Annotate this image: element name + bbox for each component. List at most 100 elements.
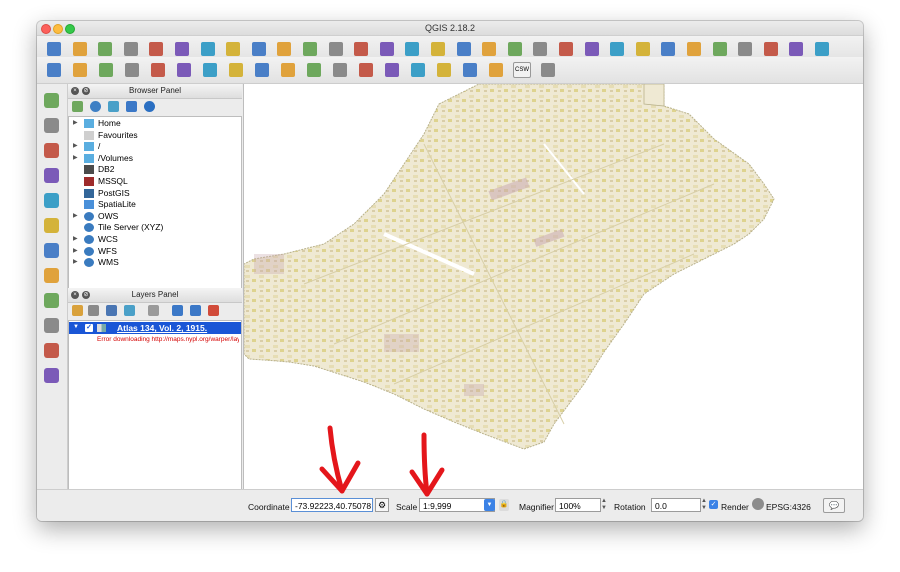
pan-icon[interactable] (199, 40, 217, 58)
browser-item-favourites[interactable]: Favourites (69, 130, 241, 141)
save-project-icon[interactable] (96, 40, 114, 58)
node-tool-icon[interactable] (175, 61, 193, 79)
layer-name[interactable]: Atlas 134, Vol. 2, 1915. (117, 322, 207, 334)
add-delimited-text-icon[interactable] (41, 140, 61, 160)
python-icon[interactable] (539, 61, 557, 79)
zoom-out-icon[interactable] (275, 40, 293, 58)
browser-item-tile-server-xyz[interactable]: Tile Server (XYZ) (69, 222, 241, 233)
coordinate-field[interactable]: -73.92223,40.75078 (291, 498, 373, 512)
crs-globe-icon[interactable] (752, 498, 764, 510)
expand-arrow-icon[interactable]: ▶ (73, 153, 78, 164)
browser-item-ows[interactable]: ▶ OWS (69, 211, 241, 222)
field-calculator-icon[interactable] (659, 40, 677, 58)
pan-to-selection-icon[interactable] (224, 40, 242, 58)
panel-close-icon[interactable]: × (71, 291, 79, 299)
browser-item-[interactable]: ▶ / (69, 141, 241, 152)
lock-icon[interactable]: 🔒 (499, 499, 509, 511)
label-pin-icon[interactable] (357, 61, 375, 79)
add-wfs-icon[interactable] (41, 265, 61, 285)
chevron-down-icon[interactable]: ▼ (484, 499, 495, 511)
label-show-hide-icon[interactable] (409, 61, 427, 79)
expand-arrow-icon[interactable]: ▶ (73, 141, 78, 152)
expand-arrow-icon[interactable]: ▶ (73, 234, 78, 245)
filter-expression-icon[interactable] (148, 305, 159, 316)
rotation-field[interactable]: 0.0 (651, 498, 701, 512)
panel-close-icon[interactable]: × (71, 87, 79, 95)
copy-icon[interactable] (253, 61, 271, 79)
zoom-last-icon[interactable] (403, 40, 421, 58)
add-oracle-icon[interactable] (41, 365, 61, 385)
manage-visibility-icon[interactable] (106, 305, 117, 316)
add-spatialite-icon[interactable] (41, 165, 61, 185)
new-spatialite-icon[interactable] (41, 340, 61, 360)
close-window-button[interactable] (41, 24, 51, 34)
csw-icon[interactable]: CSW (513, 61, 531, 79)
measure-icon[interactable] (557, 40, 575, 58)
attribute-table-icon[interactable] (634, 40, 652, 58)
browser-item-wms[interactable]: ▶ WMS (69, 257, 241, 268)
bookmark-icon[interactable] (455, 40, 473, 58)
minimize-window-button[interactable] (53, 24, 63, 34)
collapse-all-icon[interactable] (126, 101, 137, 112)
add-wms-icon[interactable] (41, 215, 61, 235)
open-project-icon[interactable] (71, 40, 89, 58)
add-raster-layer-icon[interactable] (41, 115, 61, 135)
print-composer-icon[interactable] (147, 40, 165, 58)
toggle-editing-icon[interactable] (71, 61, 89, 79)
expand-arrow-icon[interactable]: ▶ (73, 211, 78, 222)
zoom-layer-icon[interactable] (378, 40, 396, 58)
label-change-icon[interactable] (487, 61, 505, 79)
zoom-selection-icon[interactable] (352, 40, 370, 58)
layer-visibility-checkbox[interactable]: ✓ (85, 324, 93, 332)
panel-float-icon[interactable]: ⊘ (82, 291, 90, 299)
rotation-stepper[interactable]: ▲ ▼ (701, 498, 707, 512)
add-wcs-icon[interactable] (41, 240, 61, 260)
zoom-native-icon[interactable] (301, 40, 319, 58)
delete-selected-icon[interactable] (201, 61, 219, 79)
save-as-icon[interactable] (122, 40, 140, 58)
browser-item-postgis[interactable]: PostGIS (69, 188, 241, 199)
expand-arrow-icon[interactable]: ▶ (73, 257, 78, 268)
expand-arrow-icon[interactable]: ▼ (73, 324, 79, 330)
filter-icon[interactable] (108, 101, 119, 112)
collapse-all-icon[interactable] (190, 305, 201, 316)
current-edits-icon[interactable] (45, 61, 63, 79)
browser-item-mssql[interactable]: MSSQL (69, 176, 241, 187)
layer-row-selected[interactable]: ▼ ✓ Atlas 134, Vol. 2, 1915. (69, 322, 241, 334)
browser-item-wfs[interactable]: ▶ WFS (69, 246, 241, 257)
panel-float-icon[interactable]: ⊘ (82, 87, 90, 95)
zoom-in-icon[interactable] (250, 40, 268, 58)
save-edits-icon[interactable] (97, 61, 115, 79)
properties-info-icon[interactable] (144, 101, 155, 112)
paste-icon[interactable] (279, 61, 297, 79)
add-vector-layer-icon[interactable] (41, 90, 61, 110)
statistics-icon[interactable] (685, 40, 703, 58)
magnifier-stepper[interactable]: ▲ ▼ (601, 498, 607, 512)
identify-icon[interactable] (531, 40, 549, 58)
filter-legend-icon[interactable] (124, 305, 135, 316)
zoom-next-icon[interactable] (429, 40, 447, 58)
browser-item-db2[interactable]: DB2 (69, 164, 241, 175)
refresh-icon[interactable] (90, 101, 101, 112)
composer-manager-icon[interactable] (173, 40, 191, 58)
expand-arrow-icon[interactable]: ▶ (73, 246, 78, 257)
annotation-icon[interactable] (762, 40, 780, 58)
refresh-icon[interactable] (506, 40, 524, 58)
ruler-icon[interactable] (736, 40, 754, 58)
browser-item-spatialite[interactable]: SpatiaLite (69, 199, 241, 210)
expand-all-icon[interactable] (172, 305, 183, 316)
cut-icon[interactable] (227, 61, 245, 79)
label-rotate-icon[interactable] (461, 61, 479, 79)
diagram-icon[interactable] (331, 61, 349, 79)
browser-item-home[interactable]: ▶ Home (69, 118, 241, 129)
browser-item-volumes[interactable]: ▶ /Volumes (69, 153, 241, 164)
label-move-icon[interactable] (435, 61, 453, 79)
deselect-icon[interactable] (608, 40, 626, 58)
add-postgis-icon[interactable] (41, 190, 61, 210)
new-shapefile-icon[interactable] (41, 315, 61, 335)
toggle-extents-icon[interactable]: ⚙ (375, 498, 389, 512)
add-selected-layers-icon[interactable] (72, 101, 83, 112)
new-project-icon[interactable] (45, 40, 63, 58)
crs-label[interactable]: EPSG:4326 (766, 502, 811, 512)
magnifier-field[interactable]: 100% (555, 498, 601, 512)
